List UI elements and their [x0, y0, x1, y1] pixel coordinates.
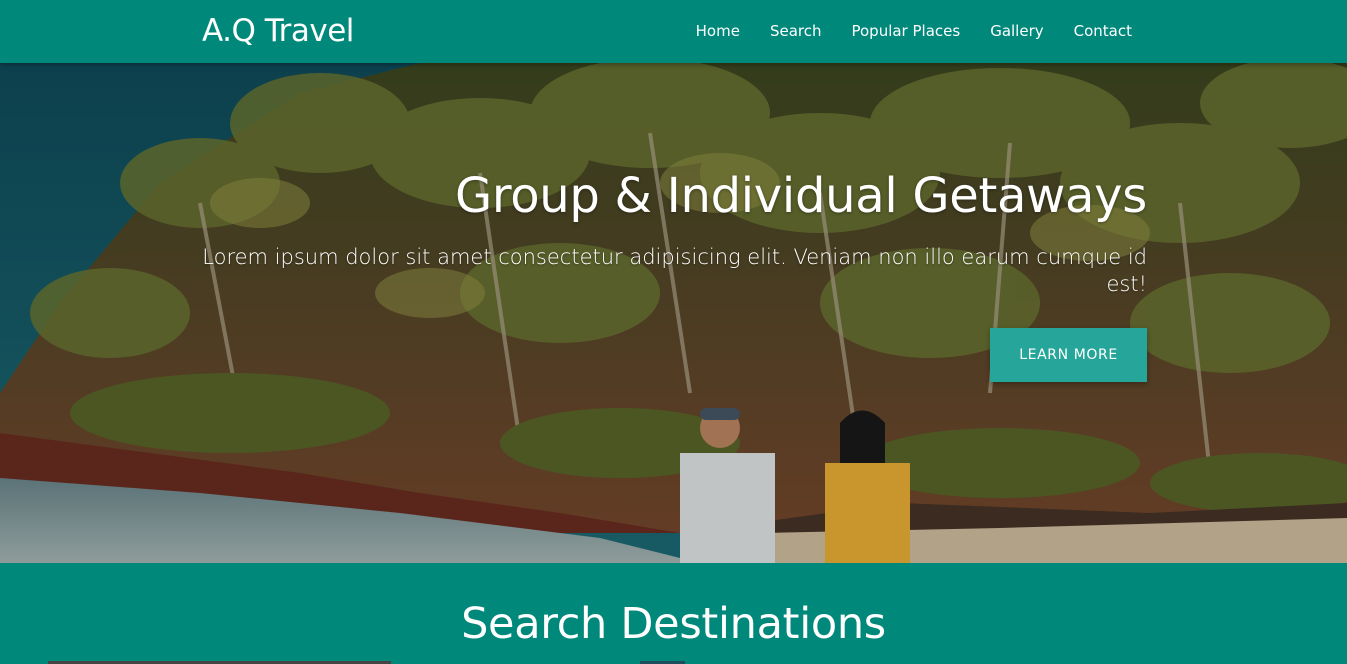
hero-section: Group & Individual Getaways Lorem ipsum …	[0, 63, 1347, 563]
nav-link-home[interactable]: Home	[696, 22, 740, 40]
navbar: A.Q Travel Home Search Popular Places Ga…	[0, 0, 1347, 63]
hero-background-image	[0, 63, 1347, 563]
hero-title: Group & Individual Getaways	[454, 168, 1147, 224]
nav-link-popular-places[interactable]: Popular Places	[851, 22, 960, 40]
nav-link-search[interactable]: Search	[770, 22, 822, 40]
brand-logo[interactable]: A.Q Travel	[202, 13, 354, 49]
hero-content: Group & Individual Getaways Lorem ipsum …	[187, 168, 1147, 298]
nav-link-contact[interactable]: Contact	[1074, 22, 1132, 40]
learn-more-button[interactable]: LEARN MORE	[990, 328, 1147, 382]
search-section-title: Search Destinations	[461, 599, 886, 649]
search-destinations-section: Search Destinations	[0, 563, 1347, 664]
nav-menu: Home Search Popular Places Gallery Conta…	[666, 0, 1132, 63]
hero-description: Lorem ipsum dolor sit amet consectetur a…	[202, 245, 1147, 296]
nav-link-gallery[interactable]: Gallery	[990, 22, 1043, 40]
